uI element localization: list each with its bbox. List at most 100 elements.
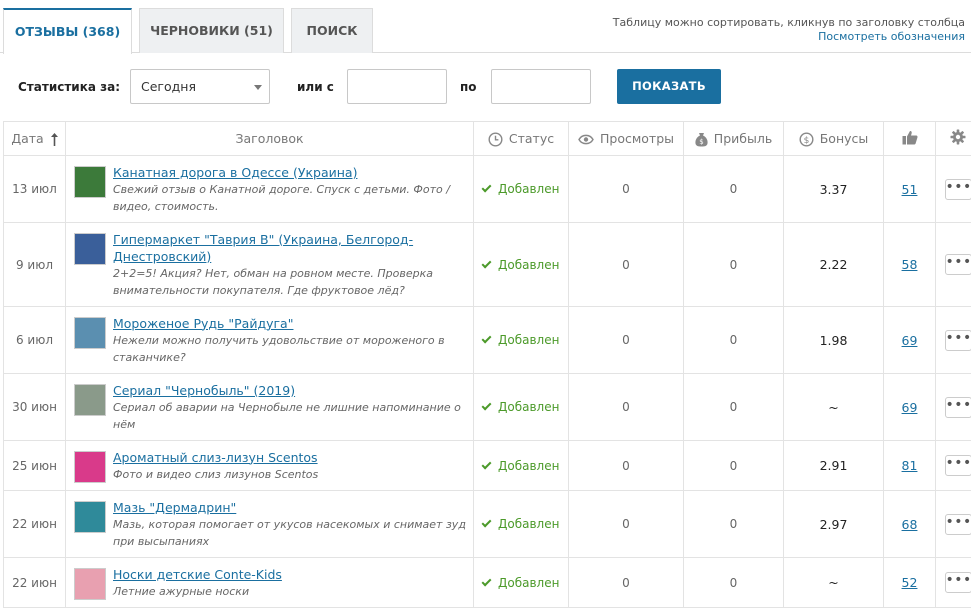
header-profit[interactable]: $ Прибыль — [683, 121, 784, 156]
review-title-link[interactable]: Носки детские Conte-Kids — [113, 566, 467, 583]
header-title[interactable]: Заголовок — [65, 121, 474, 156]
check-icon — [481, 400, 492, 411]
header-status-label: Статус — [508, 130, 555, 146]
header-status[interactable]: Статус — [473, 121, 569, 156]
row-views: 0 — [568, 306, 684, 374]
row-title-cell: Мазь "Дермадрин" Мазь, которая помогает о… — [65, 490, 474, 558]
status-label: Добавлен — [498, 257, 560, 272]
header-date[interactable]: Дата — [3, 121, 66, 156]
tab-bar: ОТЗЫВЫ (368) ЧЕРНОВИКИ (51) ПОИСК Таблиц… — [0, 0, 971, 54]
review-title-link[interactable]: Ароматный слиз-лизун Scentos — [113, 449, 467, 466]
review-description: Мазь, которая помогает от укусов насеком… — [113, 517, 466, 548]
row-status: Добавлен — [473, 440, 569, 491]
review-title-link[interactable]: Сериал "Чернобыль" (2019) — [113, 382, 467, 399]
row-title-cell: Канатная дорога в Одессе (Украина) Свежий… — [65, 155, 474, 223]
table-row: 22 июн Мазь "Дермадрин" Мазь, которая помо… — [3, 490, 971, 558]
reviews-table: Дата Заголовок Статус Просмотры $ Прибыль… — [3, 121, 971, 608]
row-bonus: ~ — [783, 373, 884, 441]
legend-link[interactable]: Посмотреть обозначения — [613, 30, 965, 44]
review-description: Нежели можно получить удовольствие от мо… — [113, 333, 445, 364]
row-date: 22 июн — [3, 490, 66, 558]
review-description: Летние ажурные носки — [113, 584, 250, 598]
coin-icon: $ — [799, 131, 814, 147]
date-to-input[interactable] — [491, 69, 591, 104]
review-description: 2+2=5! Акция? Нет, обман на ровном месте… — [113, 266, 433, 297]
period-select-value: Сегодня — [141, 79, 196, 94]
or-from-label: или с — [297, 80, 334, 94]
table-row: 22 июн Носки детские Conte-Kids Летние ажу… — [3, 557, 971, 608]
review-description: Свежий отзыв о Канатной дороге. Спуск с … — [113, 182, 450, 213]
review-title-link[interactable]: Гипермаркет "Таврия В" (Украина, Белгоро… — [113, 231, 467, 265]
table-row: 9 июл Гипермаркет "Таврия В" (Украина, Бе… — [3, 222, 971, 307]
stats-filter: Статистика за: Сегодня или с по ПОКАЗАТЬ — [0, 54, 971, 120]
tab-drafts[interactable]: ЧЕРНОВИКИ (51) — [139, 8, 284, 53]
row-date: 22 июн — [3, 557, 66, 608]
review-thumbnail[interactable] — [74, 232, 106, 265]
row-likes-cell: 51 — [883, 155, 936, 223]
likes-link[interactable]: 81 — [902, 458, 918, 473]
check-icon — [481, 333, 492, 344]
header-views-label: Просмотры — [599, 131, 675, 146]
to-label: по — [460, 80, 477, 94]
row-views: 0 — [568, 222, 684, 307]
review-title-link[interactable]: Мазь "Дермадрин" — [113, 499, 467, 516]
row-bonus: 1.98 — [783, 306, 884, 374]
row-title-cell: Мороженое Рудь "Райдуга" Нежели можно пол… — [65, 306, 474, 374]
review-thumbnail[interactable] — [74, 500, 106, 533]
row-profit: 0 — [683, 373, 784, 441]
likes-link[interactable]: 68 — [902, 517, 918, 532]
tab-search[interactable]: ПОИСК — [291, 8, 373, 53]
row-views: 0 — [568, 440, 684, 491]
chevron-down-icon — [254, 85, 262, 90]
row-profit: 0 — [683, 222, 784, 307]
row-menu-cell: ••• — [935, 490, 971, 558]
review-thumbnail[interactable] — [74, 383, 106, 416]
period-select[interactable]: Сегодня — [130, 69, 270, 104]
review-thumbnail[interactable] — [74, 165, 106, 198]
likes-link[interactable]: 52 — [902, 575, 918, 590]
status-label: Добавлен — [498, 333, 560, 347]
table-header-row: Дата Заголовок Статус Просмотры $ Прибыль… — [3, 121, 971, 156]
likes-link[interactable]: 51 — [902, 182, 918, 197]
likes-link[interactable]: 69 — [902, 400, 918, 415]
header-likes[interactable] — [883, 121, 936, 156]
date-from-input[interactable] — [347, 69, 447, 104]
likes-link[interactable]: 58 — [902, 257, 918, 272]
row-status: Добавлен — [473, 306, 569, 374]
review-thumbnail[interactable] — [74, 316, 106, 349]
tab-reviews[interactable]: ОТЗЫВЫ (368) — [3, 8, 132, 54]
more-options-button[interactable]: ••• — [944, 455, 971, 476]
more-options-button[interactable]: ••• — [944, 513, 971, 535]
header-bonus[interactable]: $ Бонусы — [783, 121, 884, 156]
more-options-button[interactable]: ••• — [944, 396, 971, 418]
status-label: Добавлен — [498, 400, 560, 414]
more-options-button[interactable]: ••• — [944, 329, 971, 351]
more-options-button[interactable]: ••• — [944, 572, 971, 593]
row-likes-cell: 69 — [883, 373, 936, 441]
review-title-link[interactable]: Мороженое Рудь "Райдуга" — [113, 315, 467, 332]
row-menu-cell: ••• — [935, 306, 971, 374]
row-menu-cell: ••• — [935, 557, 971, 608]
more-options-button[interactable]: ••• — [944, 178, 971, 200]
review-thumbnail[interactable] — [74, 450, 106, 483]
review-thumbnail[interactable] — [74, 567, 106, 600]
header-title-label: Заголовок — [235, 131, 304, 146]
table-row: 6 июл Мороженое Рудь "Райдуга" Нежели можн… — [3, 306, 971, 374]
row-status: Добавлен — [473, 373, 569, 441]
status-label: Добавлен — [498, 517, 560, 531]
check-icon — [481, 576, 492, 586]
sort-arrow-up-icon — [50, 133, 58, 146]
show-button[interactable]: ПОКАЗАТЬ — [617, 69, 721, 104]
review-title-link[interactable]: Канатная дорога в Одессе (Украина) — [113, 164, 467, 181]
svg-text:$: $ — [803, 136, 809, 146]
check-icon — [481, 182, 492, 193]
row-likes-cell: 58 — [883, 222, 936, 307]
header-views[interactable]: Просмотры — [568, 121, 684, 156]
header-settings[interactable] — [935, 121, 971, 156]
likes-link[interactable]: 69 — [902, 333, 918, 348]
gear-icon — [950, 129, 966, 145]
row-likes-cell: 52 — [883, 557, 936, 608]
more-options-button[interactable]: ••• — [944, 254, 971, 275]
row-views: 0 — [568, 155, 684, 223]
review-description: Фото и видео слиз лизунов Scentos — [113, 467, 319, 481]
